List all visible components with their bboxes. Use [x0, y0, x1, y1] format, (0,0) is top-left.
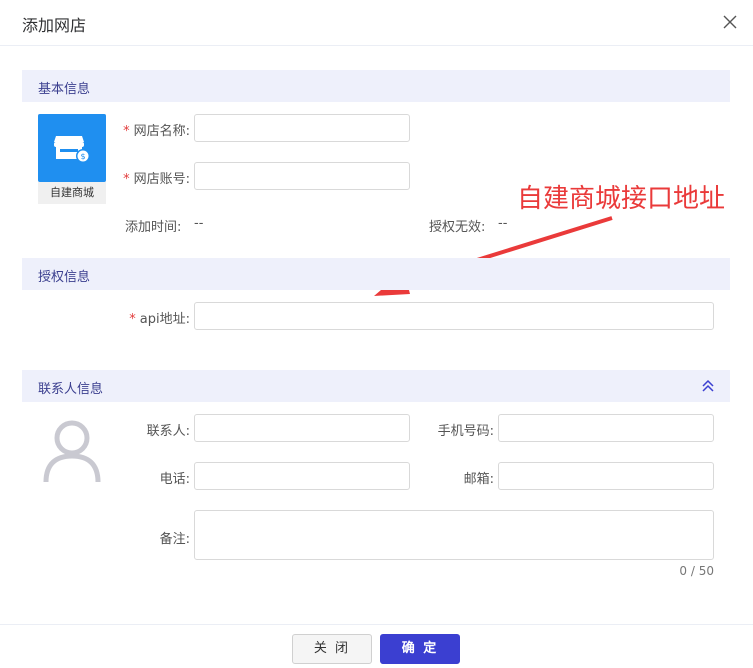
- remark-textarea[interactable]: [194, 510, 714, 560]
- collapse-chevron-up-icon[interactable]: [700, 378, 716, 394]
- store-account-input[interactable]: [194, 162, 410, 190]
- section-title-auth: 授权信息: [38, 270, 91, 285]
- required-mark: *: [123, 124, 130, 139]
- api-url-label: * api地址:: [129, 312, 190, 327]
- mobile-input[interactable]: [498, 414, 714, 442]
- section-title-contact: 联系人信息: [38, 382, 104, 397]
- contact-person-label: 联系人:: [146, 424, 190, 439]
- confirm-button[interactable]: 确 定: [380, 634, 460, 664]
- add-time-label: 添加时间:: [125, 220, 182, 235]
- section-basic-info: 基本信息: [22, 70, 730, 102]
- remark-char-counter: 0 / 50: [679, 564, 714, 578]
- store-name-input[interactable]: [194, 114, 410, 142]
- annotation-text: 自建商城接口地址: [517, 184, 726, 214]
- email-input[interactable]: [498, 462, 714, 490]
- dialog-title: 添加网店: [22, 16, 87, 35]
- store-name-label: * 网店名称:: [123, 124, 190, 139]
- required-mark: *: [129, 312, 136, 327]
- section-title-basic: 基本信息: [38, 82, 91, 97]
- email-label: 邮箱:: [463, 472, 494, 487]
- dialog-header: 添加网店: [0, 0, 753, 46]
- add-time-value: --: [194, 216, 204, 231]
- store-type-card[interactable]: $ 自建商城: [38, 114, 106, 204]
- avatar-icon: [43, 420, 101, 483]
- phone-label: 电话:: [159, 472, 190, 487]
- dialog-footer: [0, 624, 753, 668]
- section-contact-info: 联系人信息: [22, 370, 730, 402]
- store-account-label: * 网店账号:: [123, 172, 190, 187]
- contact-person-input[interactable]: [194, 414, 410, 442]
- required-mark: *: [123, 172, 130, 187]
- api-url-input[interactable]: [194, 302, 714, 330]
- close-icon[interactable]: [720, 12, 740, 32]
- store-icon: $: [38, 114, 106, 182]
- svg-text:$: $: [80, 152, 85, 161]
- close-button[interactable]: 关 闭: [292, 634, 372, 664]
- mobile-label: 手机号码:: [437, 424, 494, 439]
- phone-input[interactable]: [194, 462, 410, 490]
- remark-label: 备注:: [159, 532, 190, 547]
- store-type-label: 自建商城: [50, 186, 94, 199]
- section-auth-info: 授权信息: [22, 258, 730, 290]
